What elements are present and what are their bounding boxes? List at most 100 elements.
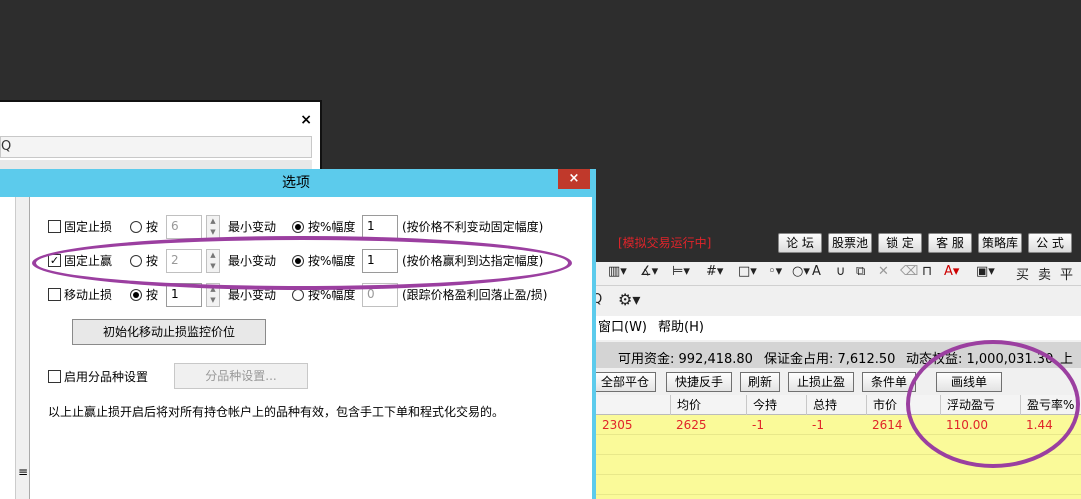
trailing-note: (跟踪价格盈利回落止盈/损) — [402, 288, 548, 302]
stop-loss-min-label: 最小变动 — [228, 220, 277, 234]
dialog-close-button[interactable]: × — [558, 169, 590, 189]
stop-loss-pct-radio[interactable] — [292, 221, 304, 233]
close-all-button[interactable]: 全部平仓 — [596, 372, 656, 392]
back-window-close-icon[interactable]: × — [300, 112, 312, 128]
cell-contract: 2305 — [602, 418, 633, 432]
take-profit-by-tick-radio[interactable] — [130, 255, 142, 267]
take-profit-min-label: 最小变动 — [228, 254, 277, 268]
sell-label[interactable]: 卖 — [1038, 264, 1051, 283]
cell-market: 2614 — [872, 418, 903, 432]
table-row-empty — [596, 455, 1081, 475]
rect-icon[interactable]: □▾ — [738, 264, 757, 279]
trailing-pct-radio[interactable] — [292, 289, 304, 301]
grid-icon[interactable]: #▾ — [706, 264, 723, 279]
col-today-hold[interactable]: 今持 — [746, 395, 806, 415]
category-settings-checkbox[interactable] — [48, 370, 61, 383]
take-profit-pct-radio[interactable] — [292, 255, 304, 267]
trailing-tick-spinner[interactable]: ▲ ▼ — [206, 283, 220, 307]
nav-service-button[interactable]: 客 服 — [928, 233, 972, 253]
dialog-left-pane: ≡ — [0, 197, 30, 499]
options-dialog: 选项 × ≡ 固定止损 按 6 ▲ ▼ 最小变动 按%幅度 1 (按价格不利变动固… — [0, 169, 596, 499]
fixed-take-profit-checkbox[interactable]: ✓ — [48, 254, 61, 267]
take-profit-note: (按价格赢利到达指定幅度) — [402, 254, 544, 268]
dynamic-equity: 动态权益: 1,000,031.30 — [906, 352, 1054, 367]
menu-help[interactable]: 帮助(H) — [658, 321, 704, 335]
color-a-icon[interactable]: A▾ — [944, 264, 959, 279]
trailing-by-tick-radio[interactable] — [130, 289, 142, 301]
close-pos-label[interactable]: 平 — [1060, 264, 1073, 283]
menu-window[interactable]: 窗口(W) — [598, 321, 647, 335]
drawing-toolbar: ▥▾ ∡▾ ⊨▾ #▾ □▾ ◦▾ ○▾ A ∪ ⧉ ✕ ⌫ ⊓ A▾ ▣▾ 买… — [596, 262, 1081, 286]
conditional-order-button[interactable]: 条件单 — [862, 372, 916, 392]
action-bar: 全部平仓 快捷反手 刷新 止损止盈 条件单 画线单 — [596, 369, 1081, 395]
dialog-title: 选项 — [282, 175, 310, 191]
trailing-stop-checkbox[interactable] — [48, 288, 61, 301]
stop-loss-pct-label: 按%幅度 — [308, 220, 356, 234]
circle-icon[interactable]: ○▾ — [792, 264, 810, 279]
line-order-button[interactable]: 画线单 — [936, 372, 1002, 392]
take-profit-by-label: 按 — [146, 254, 159, 268]
nav-formula-button[interactable]: 公 式 — [1028, 233, 1072, 253]
nav-stock-pool-button[interactable]: 股票池 — [828, 233, 872, 253]
lines-icon[interactable]: ⊨▾ — [672, 264, 690, 279]
take-profit-pct-label: 按%幅度 — [308, 254, 356, 268]
stop-loss-pct-input[interactable]: 1 — [362, 215, 398, 239]
stop-loss-profit-button[interactable]: 止损止盈 — [788, 372, 854, 392]
save-icon[interactable]: ▣▾ — [976, 264, 995, 279]
category-settings-button[interactable]: 分品种设置... — [174, 363, 308, 389]
pen-icon[interactable]: ∡▾ — [640, 264, 658, 279]
col-market-price[interactable]: 市价 — [866, 395, 936, 415]
menu-bar: 窗口(W) 帮助(H) — [596, 316, 1081, 340]
fixed-take-profit-label: 固定止赢 — [64, 254, 113, 268]
copy-icon[interactable]: ⧉ — [856, 264, 865, 279]
trade-top-bar: [模拟交易运行中] 论 坛 股票池 锁 定 客 服 策略库 公 式 — [596, 222, 1081, 262]
left-pane-scrollbar[interactable]: ≡ — [15, 197, 29, 499]
gear-icon[interactable]: ⚙▾ — [618, 290, 640, 309]
table-row-empty — [596, 435, 1081, 455]
trailing-min-label: 最小变动 — [228, 288, 277, 302]
nav-strategy-button[interactable]: 策略库 — [978, 233, 1022, 253]
cell-today: -1 — [752, 418, 764, 432]
stop-loss-by-tick-radio[interactable] — [130, 221, 142, 233]
dot-icon[interactable]: ◦▾ — [768, 264, 782, 279]
stop-loss-tick-spinner[interactable]: ▲ ▼ — [206, 215, 220, 239]
trailing-pct-input[interactable]: 0 — [362, 283, 398, 307]
magnifier-icon[interactable]: Q — [596, 292, 602, 307]
col-total-hold[interactable]: 总持 — [806, 395, 866, 415]
scroll-grip-icon: ≡ — [18, 465, 29, 479]
bar-chart-icon[interactable]: ▥▾ — [608, 264, 627, 279]
take-profit-tick-input[interactable]: 2 — [166, 249, 202, 273]
init-trailing-button[interactable]: 初始化移动止损监控价位 — [72, 319, 266, 345]
fixed-stop-loss-label: 固定止损 — [64, 220, 113, 234]
table-row[interactable]: 2305 2625 -1 -1 2614 110.00 1.44 — [596, 415, 1081, 435]
cell-pl-rate: 1.44 — [1026, 418, 1053, 432]
positions-header: 均价 今持 总持 市价 浮动盈亏 盈亏率% — [596, 395, 1081, 415]
nav-lock-button[interactable]: 锁 定 — [878, 233, 922, 253]
refresh-button[interactable]: 刷新 — [740, 372, 780, 392]
col-float-pl[interactable]: 浮动盈亏 — [940, 395, 1020, 415]
take-profit-pct-input[interactable]: 1 — [362, 249, 398, 273]
take-profit-tick-spinner[interactable]: ▲ ▼ — [206, 249, 220, 273]
trash-icon[interactable]: ⌫ — [900, 264, 918, 279]
lock-icon[interactable]: ⊓ — [922, 264, 932, 279]
stop-loss-tick-input[interactable]: 6 — [166, 215, 202, 239]
back-window-search-box[interactable]: Q — [0, 136, 312, 158]
quick-reverse-button[interactable]: 快捷反手 — [666, 372, 732, 392]
cell-float-pl: 110.00 — [946, 418, 988, 432]
fixed-stop-loss-checkbox[interactable] — [48, 220, 61, 233]
dialog-body: ≡ 固定止损 按 6 ▲ ▼ 最小变动 按%幅度 1 (按价格不利变动固定幅度) … — [0, 197, 592, 499]
col-avg-price[interactable]: 均价 — [670, 395, 746, 415]
trailing-tick-input[interactable]: 1 — [166, 283, 202, 307]
table-row-empty — [596, 475, 1081, 495]
nav-forum-button[interactable]: 论 坛 — [778, 233, 822, 253]
cell-total: -1 — [812, 418, 824, 432]
search-icon: Q — [1, 139, 12, 154]
delete-icon[interactable]: ✕ — [878, 264, 889, 279]
buy-label[interactable]: 买 — [1016, 264, 1029, 283]
stop-loss-note: (按价格不利变动固定幅度) — [402, 220, 544, 234]
col-pl-rate[interactable]: 盈亏率% — [1020, 395, 1081, 415]
magnet-icon[interactable]: ∪ — [836, 264, 846, 279]
trading-window: [模拟交易运行中] 论 坛 股票池 锁 定 客 服 策略库 公 式 ▥▾ ∡▾ … — [596, 222, 1081, 499]
secondary-toolbar: Q ⚙▾ — [596, 286, 1081, 316]
text-a-icon[interactable]: A — [812, 264, 821, 279]
